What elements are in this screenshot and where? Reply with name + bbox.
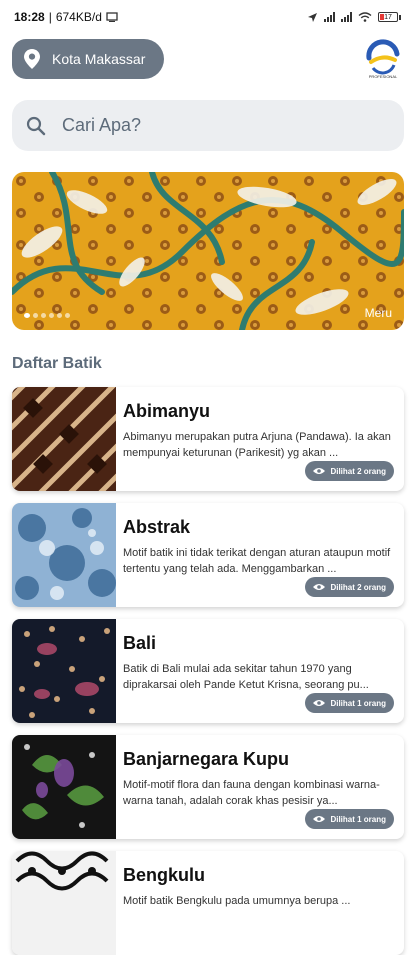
view-count: Dilihat 1 orang [330, 814, 386, 824]
batik-card[interactable]: Bali Batik di Bali mulai ada sekitar tah… [12, 619, 404, 723]
view-count-badge: Dilihat 2 orang [305, 577, 394, 597]
search-input[interactable] [60, 114, 364, 137]
card-title: Abimanyu [123, 401, 211, 421]
batik-thumbnail [12, 851, 116, 955]
card-title: Abstrak [123, 517, 191, 537]
banner-carousel[interactable]: Meru [12, 172, 404, 330]
carousel-indicator[interactable] [24, 313, 70, 318]
card-title: Banjarnegara Kupu [123, 749, 290, 769]
view-count: Dilihat 1 orang [330, 698, 386, 708]
location-label: Kota Makassar [52, 51, 146, 67]
status-bar: 18:28 | 674KB/d 17 [0, 0, 415, 34]
batik-thumbnail [12, 619, 116, 723]
batik-card[interactable]: Abstrak Motif batik ini tidak terikat de… [12, 503, 404, 607]
signal-icon-2 [341, 12, 352, 22]
location-pin-icon [24, 49, 40, 69]
view-count-badge: Dilihat 1 orang [305, 809, 394, 829]
location-selector[interactable]: Kota Makassar [12, 39, 164, 79]
signal-icon [324, 12, 335, 22]
location-arrow-icon [308, 12, 317, 22]
card-description: Batik di Bali mulai ada sekitar tahun 19… [123, 663, 369, 691]
batik-thumbnail [12, 503, 116, 607]
eye-icon [313, 700, 326, 706]
screen-cast-icon [106, 12, 118, 22]
card-description: Motif-motif flora dan fauna dengan kombi… [123, 779, 380, 807]
eye-icon [313, 816, 326, 822]
batik-thumbnail [12, 735, 116, 839]
search-bar[interactable] [12, 100, 404, 151]
section-title: Daftar Batik [12, 355, 102, 372]
wifi-icon [358, 12, 372, 22]
status-time: 18:28 [14, 10, 45, 24]
view-count-badge: Dilihat 1 orang [305, 693, 394, 713]
batik-thumbnail [12, 387, 116, 491]
eye-icon [313, 584, 326, 590]
view-count-badge: Dilihat 2 orang [305, 461, 394, 481]
banner-caption: Meru [364, 306, 392, 320]
app-logo: PROFESIONAL [361, 38, 405, 82]
battery-icon: 17 [378, 12, 401, 22]
card-description: Motif batik Bengkulu pada umumnya berupa… [123, 895, 351, 907]
view-count: Dilihat 2 orang [330, 582, 386, 592]
status-divider: | [48, 10, 52, 24]
search-icon [26, 116, 46, 135]
battery-level: 17 [384, 13, 392, 21]
eye-icon [313, 468, 326, 474]
card-description: Abimanyu merupakan putra Arjuna (Pandawa… [123, 431, 391, 459]
batik-card[interactable]: Banjarnegara Kupu Motif-motif flora dan … [12, 735, 404, 839]
batik-card[interactable]: Abimanyu Abimanyu merupakan putra Arjuna… [12, 387, 404, 491]
batik-card[interactable]: Bengkulu Motif batik Bengkulu pada umumn… [12, 851, 404, 955]
card-title: Bengkulu [123, 865, 206, 885]
logo-text: PROFESIONAL [368, 74, 398, 79]
card-title: Bali [123, 633, 157, 653]
card-description: Motif batik ini tidak terikat dengan atu… [123, 547, 391, 575]
view-count: Dilihat 2 orang [330, 466, 386, 476]
banner-image [12, 172, 404, 330]
status-speed: 674KB/d [55, 10, 102, 24]
